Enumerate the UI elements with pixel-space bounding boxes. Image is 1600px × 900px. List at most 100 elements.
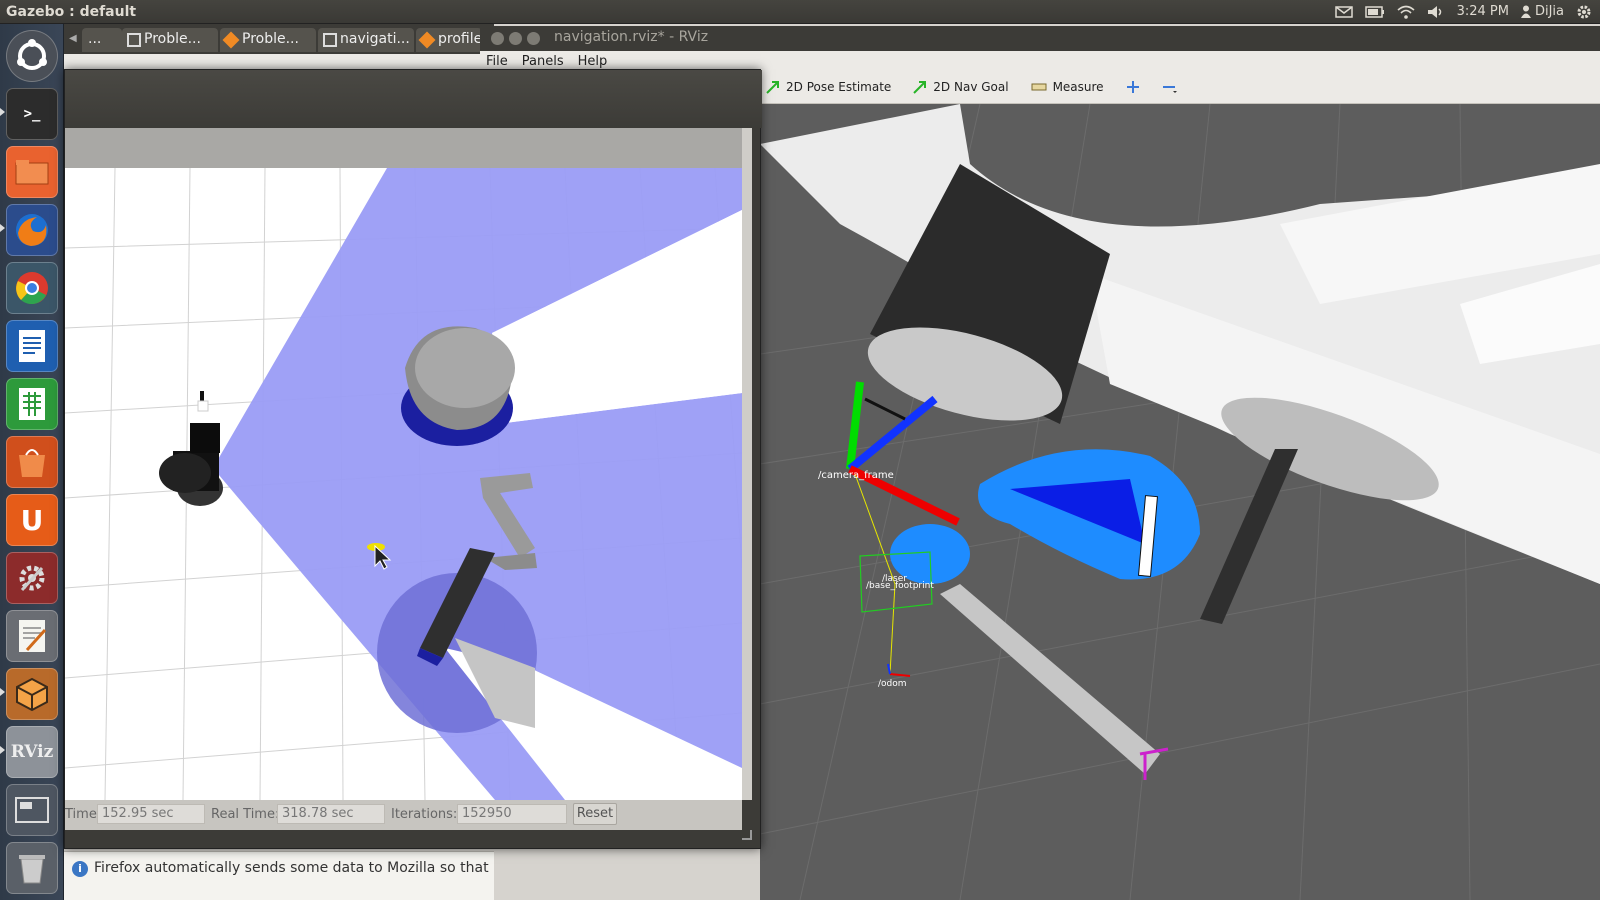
menu-help[interactable]: Help (578, 54, 608, 69)
rviz-toolbar: 2D Pose Estimate 2D Nav Goal Measure (760, 71, 1600, 104)
green-arrow-icon (766, 81, 779, 94)
rviz-window-title: navigation.rviz* - RViz (554, 29, 709, 45)
menu-panels[interactable]: Panels (522, 54, 564, 69)
gazebo-scrollbar[interactable] (742, 128, 752, 800)
close-icon[interactable] (491, 32, 504, 45)
maximize-icon[interactable] (527, 32, 540, 45)
browser-tab[interactable]: navigati... (318, 28, 414, 52)
cylinder-top (415, 328, 515, 408)
browser-tab-strip: ◀ ... Proble... Proble... navigati... pr… (64, 24, 494, 54)
rviz-titlebar: navigation.rviz* - RViz (480, 26, 1600, 51)
browser-tab[interactable]: ... (82, 28, 122, 52)
gazebo-window: Time: 152.95 sec Real Time: 318.78 sec I… (64, 69, 762, 849)
user-menu[interactable]: DiJia (1520, 4, 1564, 19)
menu-file[interactable]: File (486, 54, 508, 69)
chrome-icon[interactable] (6, 262, 58, 314)
tab-label: profile (438, 31, 482, 47)
tf-link (889, 583, 896, 675)
gear-icon[interactable] (1576, 4, 1592, 20)
iterations-value: 152950 (457, 804, 567, 824)
ubuntu-dash-icon[interactable] (6, 30, 58, 82)
measure-button[interactable]: Measure (1031, 80, 1104, 94)
software-center-icon[interactable] (6, 436, 58, 488)
tab-scroll-left-icon[interactable]: ◀ (69, 33, 77, 44)
running-indicator (0, 688, 5, 696)
active-window-title: Gazebo : default (6, 3, 137, 20)
green-arrow-icon (913, 81, 927, 94)
nav-goal-button[interactable]: 2D Nav Goal (913, 80, 1009, 94)
resize-grip-icon[interactable] (742, 830, 752, 840)
firefox-icon[interactable] (6, 204, 58, 256)
browser-tab[interactable]: Proble... (220, 28, 316, 52)
trash-icon[interactable] (6, 842, 58, 894)
odom-axis-z (887, 663, 891, 675)
mail-icon[interactable] (1334, 5, 1353, 18)
tab-label: Proble... (242, 31, 299, 47)
tool-label: Measure (1052, 80, 1104, 94)
wifi-icon[interactable] (1397, 5, 1415, 19)
real-time-label: Real Time: (211, 807, 280, 822)
user-name: DiJia (1534, 4, 1564, 19)
real-time-value: 318.78 sec (277, 804, 385, 824)
rviz-icon[interactable]: RViz (6, 726, 58, 778)
files-icon[interactable] (6, 146, 58, 198)
minimize-icon[interactable] (509, 32, 522, 45)
gazebo-icon[interactable] (6, 668, 58, 720)
battery-icon[interactable] (1364, 5, 1385, 18)
text-editor-icon[interactable] (6, 610, 58, 662)
remove-tool-button[interactable] (1162, 80, 1178, 94)
minus-icon (1162, 86, 1177, 93)
info-icon: i (72, 861, 88, 877)
tool-label: 2D Pose Estimate (786, 80, 892, 94)
unity-launcher: >_ U RViz (0, 24, 64, 900)
volume-icon[interactable] (1427, 5, 1445, 19)
frame-label: /odom (878, 679, 907, 689)
running-indicator (0, 108, 5, 116)
tab-label: Proble... (144, 31, 201, 47)
gazebo-toolbar (65, 70, 762, 128)
table-leg (1200, 449, 1298, 624)
top-panel: Gazebo : default 3:24 PM DiJia (0, 0, 1600, 24)
sim-time-value: 152.95 sec (97, 804, 205, 824)
tf-axis-y (846, 381, 864, 470)
notification-text: Firefox automatically sends some data to… (94, 860, 490, 876)
add-tool-button[interactable] (1126, 80, 1140, 94)
tf-link (864, 397, 906, 421)
robot-top (190, 423, 220, 453)
writer-icon[interactable] (6, 320, 58, 372)
browser-tab[interactable]: profile (416, 28, 482, 52)
grid-favicon-icon (127, 33, 141, 47)
rviz-3d-view[interactable]: /camera_frame /laser /base_footprint /od… (760, 104, 1600, 900)
calc-icon[interactable] (6, 378, 58, 430)
workspace-switcher-icon[interactable] (6, 784, 58, 836)
running-indicator (0, 224, 5, 232)
gazebo-scene (65, 168, 742, 800)
pose-estimate-button[interactable]: 2D Pose Estimate (766, 80, 891, 94)
ubuntu-one-icon[interactable]: U (6, 494, 58, 546)
tool-label: 2D Nav Goal (933, 80, 1009, 94)
browser-tab[interactable]: Proble... (122, 28, 218, 52)
clock[interactable]: 3:24 PM (1457, 4, 1509, 19)
terminal-icon[interactable]: >_ (6, 88, 58, 140)
odom-axis-x (889, 673, 911, 677)
grid-favicon-icon (323, 33, 337, 47)
tab-label: navigati... (340, 31, 410, 47)
frame-label: /camera_frame (818, 470, 894, 481)
tab-label: ... (88, 31, 102, 47)
gazebo-3d-view[interactable] (65, 168, 742, 800)
running-indicator (0, 746, 5, 754)
frame-label: /base_footprint (866, 581, 934, 591)
iterations-label: Iterations: (391, 807, 458, 822)
system-settings-icon[interactable] (6, 552, 58, 604)
laser-shadow (940, 584, 1160, 774)
rviz-icon-label: RViz (10, 742, 54, 762)
gazebo-status-bar: Time: 152.95 sec Real Time: 318.78 sec I… (65, 800, 742, 830)
notification-bar: i Firefox automatically sends some data … (64, 851, 494, 900)
user-icon (1520, 5, 1531, 18)
plus-icon (1126, 81, 1139, 93)
tf-axis-z (847, 395, 938, 473)
sim-time-label: Time: (65, 807, 102, 822)
reset-button[interactable]: Reset (573, 803, 617, 825)
rviz-scene: /camera_frame /laser /base_footprint /od… (760, 104, 1600, 900)
gazebo-panel-strip (65, 128, 742, 168)
